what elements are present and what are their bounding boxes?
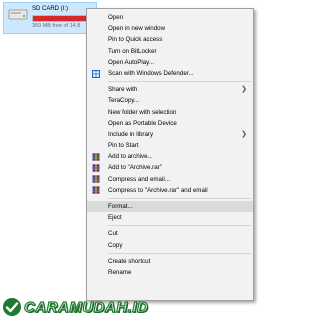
menu-item-open-new-window[interactable]: Open in new window <box>87 23 253 34</box>
menu-item-add-archive-rar[interactable]: Add to "Archive.rar" <box>87 162 253 173</box>
menu-item-label: Open AutoPlay... <box>108 58 154 66</box>
winrar-icon <box>92 175 100 183</box>
menu-item-teracopy[interactable]: TeraCopy... <box>87 95 253 106</box>
menu-item-scan-defender[interactable]: Scan with Windows Defender... <box>87 68 253 79</box>
menu-item-add-archive[interactable]: Add to archive... <box>87 151 253 162</box>
menu-item-rename[interactable]: Rename <box>87 267 253 278</box>
menu-item-pin-start[interactable]: Pin to Start <box>87 140 253 151</box>
menu-item-label: Turn on BitLocker <box>108 47 157 55</box>
menu-item-bitlocker[interactable]: Turn on BitLocker <box>87 46 253 57</box>
drive-tile-sd-card[interactable]: SD CARD (I:) 360 MB free of 14.8 <box>3 2 97 34</box>
menu-item-share-with[interactable]: Share with ❯ <box>87 84 253 95</box>
menu-item-label: Copy <box>108 241 123 249</box>
drive-usage-fill <box>33 16 92 21</box>
menu-item-label: Eject <box>108 214 122 222</box>
check-circle-icon <box>3 298 21 316</box>
menu-item-label: Pin to Start <box>108 142 139 150</box>
menu-item-new-folder-selection[interactable]: New folder with selection <box>87 107 253 118</box>
winrar-icon <box>92 186 100 195</box>
menu-separator <box>108 198 251 199</box>
drive-free-space: 360 MB free of 14.8 <box>32 23 81 29</box>
drive-name: SD CARD (I:) <box>32 6 68 12</box>
watermark: CARAMUDAH.ID <box>2 297 152 319</box>
menu-item-label: Cut <box>108 230 118 238</box>
menu-item-open-portable-device[interactable]: Open as Portable Device <box>87 118 253 129</box>
menu-item-create-shortcut[interactable]: Create shortcut <box>87 256 253 267</box>
menu-item-label: Pin to Quick access <box>108 36 163 44</box>
menu-item-label: Include in library <box>108 130 154 138</box>
menu-item-label: Compress and email... <box>108 175 170 183</box>
menu-separator <box>108 81 251 83</box>
menu-item-compress-email[interactable]: Compress and email... <box>87 174 253 185</box>
menu-item-label: Open <box>108 14 124 21</box>
menu-item-label: Open in new window <box>108 25 166 33</box>
menu-item-label: Format... <box>108 203 133 210</box>
menu-item-label: Share with <box>108 86 138 94</box>
drive-usage-bar <box>32 15 94 22</box>
winrar-icon <box>92 164 100 172</box>
menu-item-label: Scan with Windows Defender... <box>108 69 194 77</box>
menu-item-eject[interactable]: Eject <box>87 212 253 223</box>
menu-item-copy[interactable]: Copy <box>87 240 253 251</box>
menu-item-cut[interactable]: Cut <box>87 228 253 239</box>
menu-item-label: TeraCopy... <box>108 97 140 105</box>
watermark-text: CARAMUDAH.ID <box>23 298 149 316</box>
chevron-right-icon: ❯ <box>241 86 247 94</box>
winrar-icon <box>92 153 100 161</box>
sd-card-drive-icon <box>8 9 28 20</box>
menu-item-format[interactable]: Format... <box>87 201 253 213</box>
menu-item-label: Create shortcut <box>108 257 151 265</box>
context-menu: Open Open in new window Pin to Quick acc… <box>86 8 254 301</box>
menu-separator <box>108 252 251 254</box>
menu-item-label: Add to "Archive.rar" <box>108 164 162 172</box>
menu-item-label: Compress to "Archive.rar" and email <box>108 186 208 194</box>
menu-item-include-library[interactable]: Include in library ❯ <box>87 129 253 140</box>
menu-item-autoplay[interactable]: Open AutoPlay... <box>87 57 253 68</box>
chevron-right-icon: ❯ <box>241 130 247 138</box>
menu-separator <box>108 225 251 227</box>
menu-item-label: New folder with selection <box>108 108 177 116</box>
menu-item-label: Open as Portable Device <box>108 119 177 127</box>
menu-item-compress-rar-email[interactable]: Compress to "Archive.rar" and email <box>87 185 253 196</box>
menu-item-open[interactable]: Open <box>87 12 253 23</box>
menu-item-label: Add to archive... <box>108 153 153 161</box>
menu-item-label: Rename <box>108 268 132 276</box>
windows-defender-icon <box>92 69 100 78</box>
menu-item-pin-quick-access[interactable]: Pin to Quick access <box>87 34 253 45</box>
